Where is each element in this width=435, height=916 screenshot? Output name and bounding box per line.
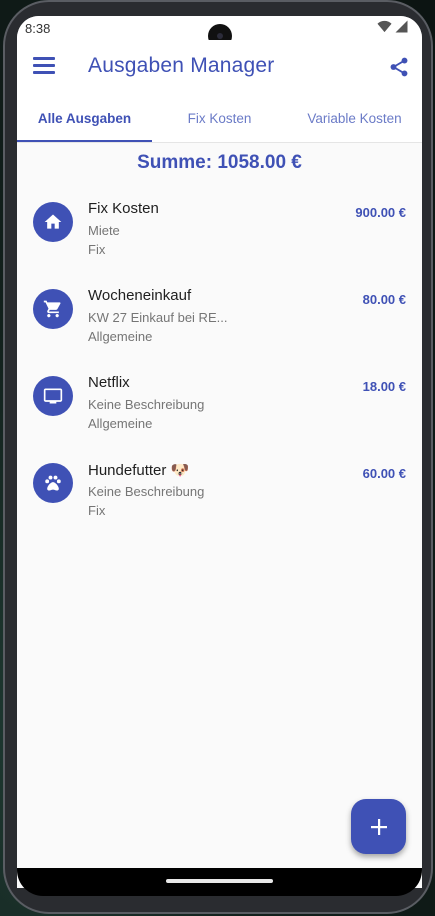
menu-icon[interactable]: [33, 57, 55, 77]
app-bar: Ausgaben Manager: [17, 40, 422, 94]
tab-fix-kosten[interactable]: Fix Kosten: [152, 94, 287, 142]
status-bar: 8:38: [17, 16, 422, 48]
home-icon: [33, 202, 73, 242]
add-expense-button[interactable]: [351, 799, 406, 854]
expense-description: KW 27 Einkauf bei RE...: [88, 310, 228, 325]
total-sum: Summe: 1058.00 €: [137, 152, 302, 173]
expense-description: Miete: [88, 223, 120, 238]
tab-variable-kosten[interactable]: Variable Kosten: [287, 94, 422, 142]
expense-description: Keine Beschreibung: [88, 484, 205, 499]
expense-category: Allgemeine: [88, 329, 153, 344]
expense-item[interactable]: Hundefutter 🐶 Keine Beschreibung Fix 60.…: [17, 449, 422, 536]
expense-category: Fix: [88, 242, 106, 257]
expense-amount: 900.00 €: [355, 205, 406, 220]
expense-amount: 18.00 €: [362, 379, 406, 394]
expense-title: Hundefutter 🐶: [88, 462, 190, 479]
expense-title: Netflix: [88, 374, 130, 391]
tab-bar: Alle Ausgaben Fix Kosten Variable Kosten: [17, 94, 422, 142]
paw-icon: [33, 463, 73, 503]
status-icons: [377, 20, 408, 33]
tab-divider: [17, 142, 422, 143]
tab-alle-ausgaben[interactable]: Alle Ausgaben: [17, 94, 152, 142]
status-time: 8:38: [25, 21, 51, 36]
expense-item[interactable]: Netflix Keine Beschreibung Allgemeine 18…: [17, 362, 422, 449]
expense-amount: 60.00 €: [362, 466, 406, 481]
expense-title: Wocheneinkauf: [88, 287, 192, 304]
expense-description: Keine Beschreibung: [88, 397, 205, 412]
home-indicator[interactable]: [166, 879, 273, 883]
app-screen: 8:38 Ausgaben Manager Alle Ausgaben Fix …: [17, 16, 422, 888]
expense-amount: 80.00 €: [362, 292, 406, 307]
expense-list: Fix Kosten Miete Fix 900.00 € Wocheneink…: [17, 188, 422, 536]
expense-item[interactable]: Wocheneinkauf KW 27 Einkauf bei RE... Al…: [17, 275, 422, 362]
signal-icon: [395, 20, 408, 33]
expense-category: Allgemeine: [88, 416, 153, 431]
wifi-icon: [377, 20, 392, 33]
app-title: Ausgaben Manager: [88, 54, 275, 77]
expense-title: Fix Kosten: [88, 200, 159, 217]
shopping-cart-icon: [33, 289, 73, 329]
monitor-icon: [33, 376, 73, 416]
share-icon[interactable]: [388, 56, 410, 78]
expense-category: Fix: [88, 503, 106, 518]
add-icon: [370, 818, 387, 835]
expense-item[interactable]: Fix Kosten Miete Fix 900.00 €: [17, 188, 422, 275]
